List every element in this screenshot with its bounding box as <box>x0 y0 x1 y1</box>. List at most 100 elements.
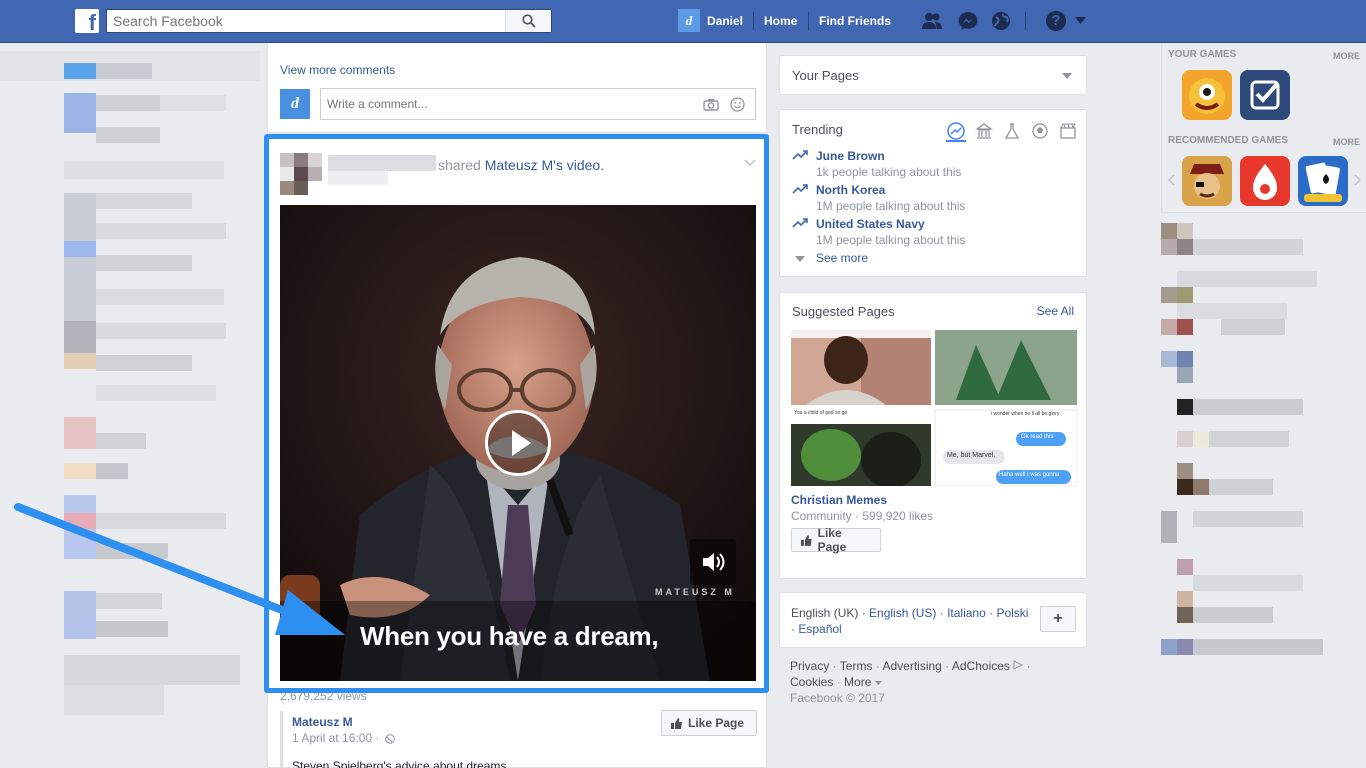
game-tile[interactable] <box>1240 156 1290 206</box>
suggested-pages-card: Suggested Pages See All You a child of g… <box>779 292 1087 579</box>
game-checkmark-icon <box>1250 80 1280 110</box>
sports-icon[interactable] <box>1031 122 1049 140</box>
copyright: Facebook © 2017 <box>790 691 885 705</box>
meme-collage-image <box>791 330 1078 488</box>
post-description: Steven Spielberg's advice about dreams <box>292 759 507 768</box>
chevron-right-icon[interactable] <box>1354 174 1362 186</box>
trending-topic[interactable]: North Korea <box>792 183 965 197</box>
trending-topic[interactable]: June Brown <box>792 149 961 163</box>
meme-text: Ok read this <box>1021 434 1054 440</box>
footer-link[interactable]: More <box>844 675 871 689</box>
trending-arrow-icon <box>792 150 808 160</box>
meme-text: Me, but Marvel. <box>947 452 996 459</box>
language-link[interactable]: Polski <box>996 606 1028 620</box>
notifications-globe-icon[interactable] <box>990 11 1012 31</box>
trending-item[interactable]: United States Navy 1M people talking abo… <box>792 217 965 247</box>
comment-input[interactable] <box>321 89 681 119</box>
trending-subtitle: 1M people talking about this <box>816 233 966 247</box>
game-pirate-icon <box>1182 156 1232 206</box>
language-link[interactable]: Español <box>798 622 841 636</box>
help-icon[interactable]: ? <box>1046 11 1066 31</box>
chevron-down-icon <box>795 256 805 262</box>
thumbs-up-icon <box>671 717 682 729</box>
emoji-icon[interactable] <box>730 97 745 112</box>
footer-links: Privacy · Terms · Advertising · AdChoice… <box>790 659 1031 705</box>
chat-sidebar-pixelated <box>1161 213 1366 768</box>
game-tile[interactable] <box>1182 70 1232 120</box>
footer-link[interactable]: AdChoices <box>952 659 1010 673</box>
trending-arrow-icon <box>792 218 808 228</box>
messenger-icon[interactable] <box>957 11 979 31</box>
chevron-left-icon[interactable] <box>1167 174 1175 186</box>
see-more-trending[interactable]: See more <box>792 251 868 265</box>
nav-divider <box>1025 12 1026 30</box>
language-link[interactable]: English (US) <box>869 606 936 620</box>
game-flame-icon <box>1253 164 1277 200</box>
more-arrow-icon[interactable] <box>874 681 882 686</box>
profile-avatar[interactable]: d <box>678 9 700 32</box>
meme-text: i wonder when ne ll all be glory <box>991 411 1060 417</box>
page-name-link[interactable]: Mateusz M <box>292 715 353 729</box>
trending-card: Trending June Brown 1k people talking ab… <box>779 109 1087 277</box>
games-panel: YOUR GAMES MORE RECOMMENDED GAMES MORE <box>1161 43 1366 213</box>
like-page-label: Like Page <box>688 716 745 730</box>
politics-icon[interactable] <box>975 122 993 140</box>
trending-subtitle: 1k people talking about this <box>816 165 962 179</box>
trending-item[interactable]: North Korea 1M people talking about this <box>792 183 965 213</box>
trending-title: Trending <box>792 122 843 137</box>
recommended-games-more-link[interactable]: MORE <box>1333 137 1360 147</box>
nav-divider <box>753 12 754 30</box>
trending-item[interactable]: June Brown 1k people talking about this <box>792 149 961 179</box>
comment-box <box>320 88 756 120</box>
footer-link[interactable]: Terms <box>840 659 873 673</box>
game-tile[interactable] <box>1240 70 1290 120</box>
like-page-label: Like Page <box>817 526 847 554</box>
suggested-page-name[interactable]: Christian Memes <box>791 493 887 507</box>
view-more-comments-link[interactable]: View more comments <box>280 63 395 77</box>
public-globe-icon <box>385 734 395 744</box>
footer-link[interactable]: Privacy <box>790 659 829 673</box>
trending-topic[interactable]: United States Navy <box>792 217 965 231</box>
facebook-logo-icon[interactable]: f <box>75 9 99 33</box>
search-icon <box>521 14 536 28</box>
suggested-page-meta: Community · 599,920 likes <box>791 509 934 523</box>
search-button[interactable] <box>505 10 551 32</box>
game-tile[interactable] <box>1182 156 1232 206</box>
adchoices-icon <box>1013 660 1024 670</box>
entertainment-icon[interactable] <box>1059 122 1077 140</box>
top-navigation-bar: f d Daniel Home Find Friends ? <box>0 0 1366 43</box>
annotation-arrow-icon <box>14 503 345 635</box>
comment-avatar: d <box>280 89 310 119</box>
language-list: English (UK) · English (US) · Italiano ·… <box>791 606 1029 636</box>
footer-link[interactable]: Advertising <box>882 659 941 673</box>
your-pages-title: Your Pages <box>792 68 859 83</box>
current-language: English (UK) <box>791 606 859 620</box>
game-monster-icon <box>1189 78 1225 114</box>
your-pages-card[interactable]: Your Pages <box>779 55 1087 95</box>
find-friends-link[interactable]: Find Friends <box>819 14 891 28</box>
see-all-link[interactable]: See All <box>1037 304 1074 318</box>
post-timestamp[interactable]: 1 April at 16:00 · <box>292 731 379 745</box>
language-link[interactable]: Italiano <box>947 606 986 620</box>
search-input[interactable] <box>107 10 507 32</box>
game-solitaire-icon <box>1304 162 1342 202</box>
suggested-page-cover[interactable]: You a child of god so go i wonder when n… <box>791 330 1078 488</box>
profile-name-link[interactable]: Daniel <box>707 14 743 28</box>
camera-icon[interactable] <box>703 98 719 111</box>
like-page-button[interactable]: Like Page <box>791 526 881 554</box>
language-card: English (UK) · English (US) · Italiano ·… <box>779 592 1087 648</box>
game-tile[interactable] <box>1298 156 1348 206</box>
science-icon[interactable] <box>1003 122 1021 140</box>
home-link[interactable]: Home <box>764 14 797 28</box>
dropdown-arrow-icon[interactable] <box>1062 73 1072 79</box>
footer-link[interactable]: Cookies <box>790 675 833 689</box>
account-menu-arrow-icon[interactable] <box>1075 17 1087 25</box>
friend-requests-icon[interactable] <box>921 11 943 31</box>
like-page-button[interactable]: Like Page <box>661 710 757 736</box>
trending-top-icon[interactable] <box>947 122 965 140</box>
previous-post-comments: View more comments d <box>267 43 767 133</box>
your-games-heading: YOUR GAMES <box>1168 49 1237 60</box>
suggested-pages-title: Suggested Pages <box>792 304 895 319</box>
add-language-button[interactable]: + <box>1040 606 1076 632</box>
your-games-more-link[interactable]: MORE <box>1333 51 1360 61</box>
